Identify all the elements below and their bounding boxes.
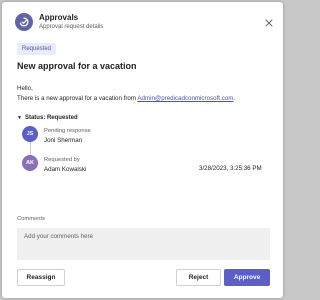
request-message: There is a new approval for a vacation f… — [17, 95, 235, 102]
reject-button[interactable]: Reject — [176, 269, 221, 286]
comments-input[interactable] — [17, 228, 270, 260]
status-badge: Requested — [17, 43, 57, 55]
status-toggle[interactable]: ▼ Status: Requested — [17, 115, 78, 121]
sender-email-link[interactable]: Admin@predicadconmicrosoft.com — [137, 95, 233, 102]
app-subtitle: Approval request details — [39, 24, 104, 30]
avatar: AK — [22, 155, 38, 171]
request-timestamp: 3/28/2023, 3:25:36 PM — [199, 165, 262, 172]
entry-name: Adam Kowalski — [44, 166, 87, 173]
chevron-down-icon: ▼ — [17, 115, 22, 121]
approvals-icon — [15, 13, 33, 31]
reassign-button[interactable]: Reassign — [17, 269, 65, 286]
request-title: New approval for a vacation — [17, 61, 137, 71]
status-label: Status: Requested — [24, 115, 78, 121]
message-prefix: There is a new approval for a vacation f… — [17, 95, 138, 102]
entry-label: Pending response — [44, 128, 91, 134]
approval-dialog: Approvals Approval request details Reque… — [2, 2, 283, 298]
close-icon — [265, 19, 273, 27]
comments-label: Comments — [17, 216, 46, 222]
entry-label: Requested by — [44, 157, 80, 163]
message-suffix: . — [233, 95, 236, 102]
close-button[interactable] — [264, 15, 274, 27]
greeting-text: Hello, — [17, 85, 33, 92]
entry-name: Joni Sherman — [44, 137, 83, 144]
approve-button[interactable]: Approve — [224, 269, 270, 286]
avatar: JS — [22, 126, 38, 142]
app-title: Approvals — [39, 13, 79, 22]
